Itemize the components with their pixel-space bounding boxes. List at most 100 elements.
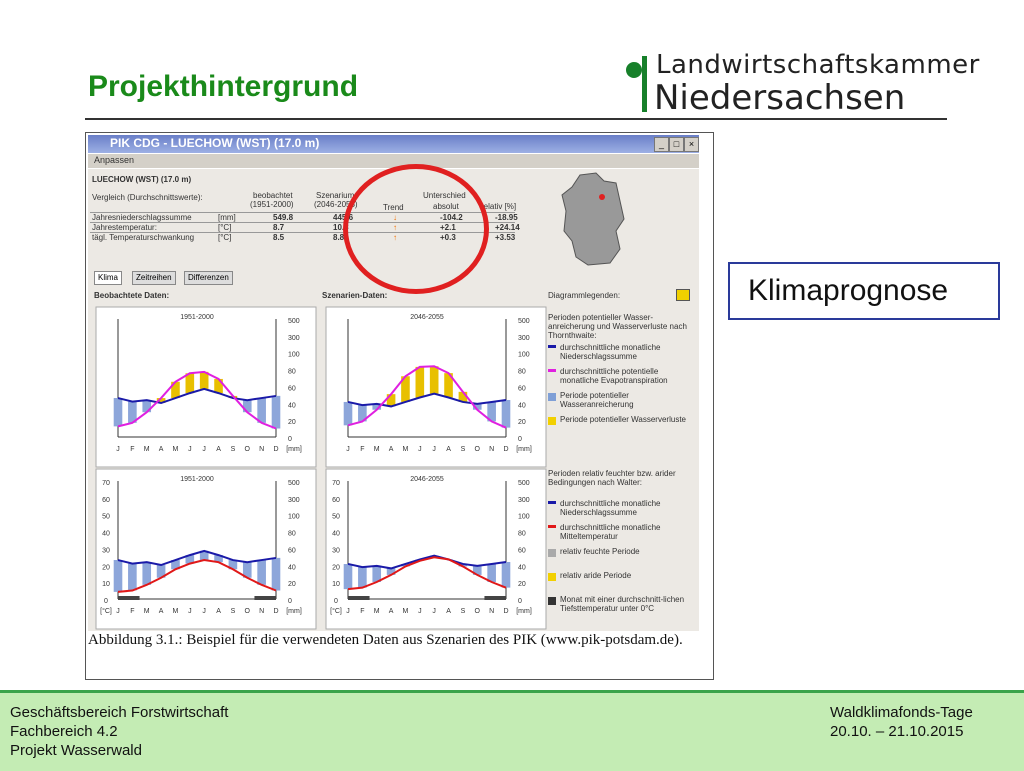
legend-item: relativ aride Periode [560, 571, 632, 580]
tick-right: 0 [288, 436, 292, 443]
table-cell-observed: 8.5 [273, 233, 285, 242]
legend-item: Periode potentieller Wasserverluste [560, 415, 686, 424]
chart-period: 2046-2055 [410, 476, 444, 483]
tick-left: 0 [104, 598, 108, 605]
month-label: J [116, 446, 120, 453]
month-label: A [389, 446, 394, 453]
month-label: J [432, 446, 436, 453]
table-cell-unit: [mm] [218, 213, 236, 222]
month-label: J [188, 446, 192, 453]
germany-map [558, 171, 628, 269]
close-button[interactable]: × [684, 137, 699, 152]
month-label: A [159, 446, 164, 453]
legend-swatch [548, 573, 556, 581]
tick-right: 20 [288, 419, 296, 426]
tick-right: 0 [518, 436, 522, 443]
tick-left: 10 [332, 581, 340, 588]
logo-line2: Niedersachsen [654, 78, 906, 118]
unit-mm-label: [mm] [286, 446, 302, 453]
unit-c-label: [°C] [330, 607, 342, 615]
month-label: A [216, 446, 221, 453]
table-cell-rel: -18.95 [495, 213, 518, 222]
month-label: M [173, 446, 179, 453]
month-label: O [475, 608, 481, 615]
month-label: J [116, 608, 120, 615]
footer-left: Geschäftsbereich Forstwirtschaft Fachber… [10, 703, 228, 760]
callout-text: Klimaprognose [748, 274, 949, 307]
tick-left: 30 [332, 547, 340, 554]
tab-zeitreihen[interactable]: Zeitreihen [132, 271, 176, 285]
table-cell-unit: [°C] [218, 233, 232, 242]
tab-differenzen[interactable]: Differenzen [184, 271, 233, 285]
table-cell-unit: [°C] [218, 223, 232, 232]
tick-right: 20 [288, 581, 296, 588]
tick-right: 300 [288, 497, 300, 504]
month-label: S [461, 446, 466, 453]
legend-toggle-button[interactable] [676, 289, 690, 301]
footer-left-line1: Geschäftsbereich Forstwirtschaft [10, 704, 229, 721]
tick-right: 60 [288, 547, 296, 554]
month-label: D [503, 446, 508, 453]
month-label: F [130, 608, 134, 615]
chart-period: 1951-2000 [180, 314, 214, 321]
tick-right: 100 [288, 514, 300, 521]
tick-right: 40 [288, 402, 296, 409]
logo-dot-icon [626, 62, 642, 78]
month-label: O [475, 446, 481, 453]
legend-swatch [548, 369, 556, 372]
tick-left: 60 [102, 497, 110, 504]
legend-heading: Perioden relativ feuchter bzw. arider Be… [548, 469, 676, 487]
month-label: M [173, 608, 179, 615]
month-label: M [144, 446, 150, 453]
frost-month-bar [118, 596, 140, 600]
month-label: F [360, 446, 364, 453]
table-cell-label: Jahrestemperatur: [92, 223, 157, 232]
month-label: S [231, 608, 236, 615]
tick-right: 80 [288, 369, 296, 376]
month-label: A [446, 608, 451, 615]
legend-swatch [548, 345, 556, 348]
legend-swatch [548, 417, 556, 425]
month-label: M [403, 608, 409, 615]
legend-item: durchschnittliche potentielle monatliche… [560, 367, 668, 385]
legend-item: Monat mit einer durchschnitt-lichen Tief… [560, 595, 685, 613]
tick-right: 500 [518, 480, 530, 487]
legend-label: Diagrammlegenden: [548, 291, 621, 300]
tick-right: 20 [518, 581, 526, 588]
legend-item: durchschnittliche monatliche Niederschla… [560, 499, 661, 517]
col-observed-1: beobachtet [253, 191, 293, 200]
month-label: A [389, 608, 394, 615]
tick-right: 0 [518, 598, 522, 605]
tick-left: 40 [102, 531, 110, 538]
chart-frame [325, 468, 547, 630]
tick-right: 80 [288, 531, 296, 538]
tick-left: 50 [102, 514, 110, 521]
minimize-button[interactable]: _ [654, 137, 669, 152]
month-label: D [273, 608, 278, 615]
tick-right: 100 [518, 514, 530, 521]
month-label: O [245, 446, 251, 453]
month-label: J [418, 446, 422, 453]
tick-left: 50 [332, 514, 340, 521]
chart-period: 2046-2055 [410, 314, 444, 321]
tick-right: 80 [518, 369, 526, 376]
col-observed-2: (1951-2000) [250, 200, 294, 209]
legend-item: durchschnittliche monatliche Mitteltempe… [560, 523, 661, 541]
figure-caption: Abbildung 3.1.: Beispiel für die verwend… [88, 632, 683, 648]
footer: Geschäftsbereich Forstwirtschaft Fachber… [0, 690, 1024, 771]
tab-klima[interactable]: Klima [94, 271, 123, 285]
table-cell-label: tägl. Temperaturschwankung [92, 233, 195, 242]
tick-right: 40 [288, 564, 296, 571]
menu-anpassen[interactable]: Anpassen [94, 155, 134, 165]
tick-left: 40 [332, 531, 340, 538]
month-label: J [418, 608, 422, 615]
tick-right: 300 [518, 335, 530, 342]
logo-line1: Landwirtschaftskammer [656, 50, 980, 80]
maximize-button[interactable]: □ [669, 137, 684, 152]
tick-right: 500 [518, 318, 530, 325]
window-titlebar: PIK CDG - LUECHOW (WST) (17.0 m) _ □ × [88, 135, 699, 153]
tick-left: 20 [332, 564, 340, 571]
month-label: D [273, 446, 278, 453]
tick-left: 70 [102, 480, 110, 487]
tick-right: 500 [288, 480, 300, 487]
